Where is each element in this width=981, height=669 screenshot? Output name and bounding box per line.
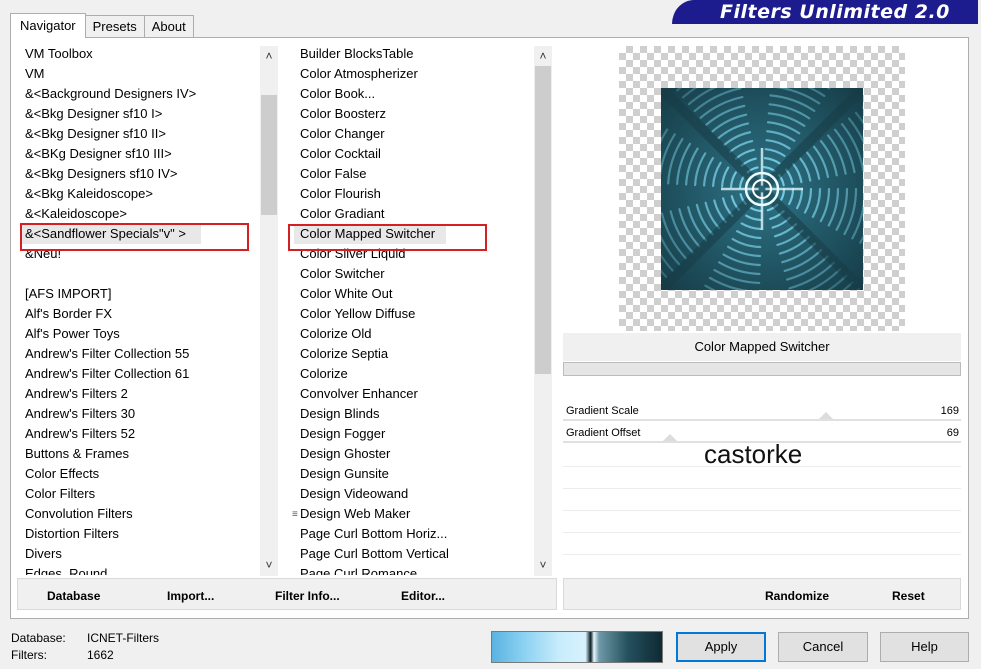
database-label: Database:	[11, 631, 66, 645]
list-item[interactable]: &<Bkg Kaleidoscope>	[21, 184, 261, 204]
scroll-down-icon[interactable]: ˅	[534, 556, 552, 574]
slider-knob[interactable]	[663, 434, 677, 441]
list-item[interactable]: Colorize Old	[294, 324, 534, 344]
list-item[interactable]: [AFS IMPORT]	[21, 284, 261, 304]
list-item[interactable]: Convolution Filters	[21, 504, 261, 524]
param-value: 69	[946, 427, 959, 439]
category-scrollbar[interactable]: ˄ ˅	[260, 46, 278, 576]
list-item[interactable]: Builder BlocksTable	[294, 44, 534, 64]
list-item[interactable]: Color White Out	[294, 284, 534, 304]
randomize-button[interactable]: Randomize	[765, 585, 829, 607]
list-item[interactable]: Design Web Maker	[294, 504, 534, 524]
list-item[interactable]: &<Bkg Designer sf10 II>	[21, 124, 261, 144]
tab-about[interactable]: About	[143, 15, 194, 38]
editor-button[interactable]: Editor...	[401, 585, 445, 607]
list-item[interactable]: Design Videowand	[294, 484, 534, 504]
list-item[interactable]: Alf's Border FX	[21, 304, 261, 324]
list-item[interactable]: Andrew's Filter Collection 61	[21, 364, 261, 384]
tab-bar: Navigator Presets About	[10, 13, 194, 38]
list-item[interactable]: &<BKg Designer sf10 III>	[21, 144, 261, 164]
list-item[interactable]: Color Effects	[21, 464, 261, 484]
list-item[interactable]: Design Blinds	[294, 404, 534, 424]
list-item[interactable]: Design Ghoster	[294, 444, 534, 464]
list-item[interactable]: &<Bkg Designers sf10 IV>	[21, 164, 261, 184]
list-item[interactable]: Convolver Enhancer	[294, 384, 534, 404]
param-value: 169	[940, 405, 959, 417]
list-item[interactable]: Distortion Filters	[21, 524, 261, 544]
list-item[interactable]: Colorize Septia	[294, 344, 534, 364]
database-value: ICNET-Filters	[87, 631, 159, 645]
scroll-up-icon[interactable]: ˄	[534, 47, 552, 65]
param-label: Gradient Offset	[566, 427, 641, 439]
list-item[interactable]: Design Gunsite	[294, 464, 534, 484]
apply-button[interactable]: Apply	[676, 632, 766, 662]
list-item[interactable]: Alf's Power Toys	[21, 324, 261, 344]
database-button[interactable]: Database	[47, 585, 100, 607]
list-item[interactable]: Colorize	[294, 364, 534, 384]
scroll-up-icon[interactable]: ˄	[260, 47, 278, 65]
category-highlight-box	[20, 223, 249, 251]
list-item[interactable]: Buttons & Frames	[21, 444, 261, 464]
cancel-button[interactable]: Cancel	[778, 632, 868, 662]
gradient-swatch[interactable]	[491, 631, 663, 663]
list-item[interactable]: Divers	[21, 544, 261, 564]
divider	[563, 488, 961, 489]
watermark-text: castorke	[704, 439, 803, 469]
list-item[interactable]: &<Bkg Designer sf10 I>	[21, 104, 261, 124]
list-item[interactable]: Color Boosterz	[294, 104, 534, 124]
divider	[563, 532, 961, 533]
param-gradient-scale[interactable]: Gradient Scale 169	[563, 401, 961, 421]
list-item[interactable]: Color Atmospherizer	[294, 64, 534, 84]
scrollbar-thumb[interactable]	[535, 66, 551, 374]
scroll-down-icon[interactable]: ˅	[260, 556, 278, 574]
list-item[interactable]: Andrew's Filter Collection 55	[21, 344, 261, 364]
list-item[interactable]	[21, 264, 261, 284]
filter-highlight-box	[288, 224, 487, 251]
list-item[interactable]: Page Curl Bottom Horiz...	[294, 524, 534, 544]
list-item[interactable]: Color Yellow Diffuse	[294, 304, 534, 324]
list-item[interactable]: Edges, Round	[21, 564, 261, 575]
help-button[interactable]: Help	[880, 632, 969, 662]
list-item[interactable]: Andrew's Filters 30	[21, 404, 261, 424]
divider	[563, 554, 961, 555]
list-item[interactable]: Color Cocktail	[294, 144, 534, 164]
list-item[interactable]: Color Filters	[21, 484, 261, 504]
list-item[interactable]: Page Curl Bottom Vertical	[294, 544, 534, 564]
import-button[interactable]: Import...	[167, 585, 214, 607]
progress-bar	[563, 362, 961, 376]
list-item[interactable]: Color Changer	[294, 124, 534, 144]
filter-list[interactable]: Builder BlocksTable Color Atmospherizer Co…	[294, 44, 534, 575]
list-item[interactable]: Andrew's Filters 2	[21, 384, 261, 404]
filter-scrollbar[interactable]: ˄ ˅	[534, 46, 552, 576]
selected-filter-title: Color Mapped Switcher	[563, 333, 961, 361]
list-item[interactable]: &<Kaleidoscope>	[21, 204, 261, 224]
filters-value: 1662	[87, 648, 114, 662]
list-item[interactable]: Color Book...	[294, 84, 534, 104]
divider	[563, 510, 961, 511]
category-list[interactable]: VM Toolbox VM &<Background Designers IV> &<…	[21, 44, 261, 575]
slider-track[interactable]	[563, 419, 961, 421]
preview-image	[661, 88, 863, 290]
list-item[interactable]: VM Toolbox	[21, 44, 261, 64]
list-item[interactable]: &<Background Designers IV>	[21, 84, 261, 104]
reset-button[interactable]: Reset	[892, 585, 925, 607]
list-item[interactable]: Color False	[294, 164, 534, 184]
list-item[interactable]: Andrew's Filters 52	[21, 424, 261, 444]
slider-knob[interactable]	[819, 412, 833, 419]
list-item[interactable]: Design Fogger	[294, 424, 534, 444]
tab-navigator[interactable]: Navigator	[10, 13, 86, 38]
list-item[interactable]: Page Curl Romance	[294, 564, 534, 575]
param-label: Gradient Scale	[566, 405, 639, 417]
list-item[interactable]: Color Switcher	[294, 264, 534, 284]
list-item[interactable]: Color Gradiant	[294, 204, 534, 224]
list-item[interactable]: Color Flourish	[294, 184, 534, 204]
filters-label: Filters:	[11, 648, 47, 662]
list-item[interactable]: VM	[21, 64, 261, 84]
scrollbar-thumb[interactable]	[261, 95, 277, 215]
brand-title: Filters Unlimited 2.0	[672, 0, 978, 24]
drag-grip-icon: ≡	[292, 509, 298, 520]
filter-info-button[interactable]: Filter Info...	[275, 585, 340, 607]
tab-presets[interactable]: Presets	[84, 15, 145, 38]
